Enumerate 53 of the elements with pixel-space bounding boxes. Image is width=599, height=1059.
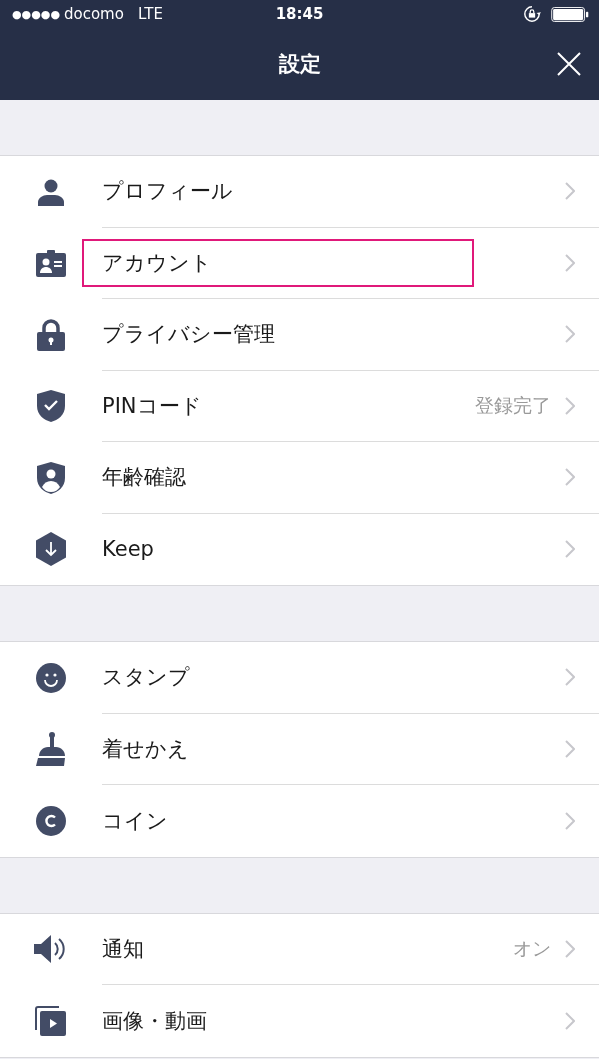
item-label: プライバシー管理	[101, 321, 276, 349]
chevron-icon	[565, 540, 575, 559]
item-label: 通知	[101, 935, 145, 963]
settings-item[interactable]: 着せかえ	[0, 713, 599, 785]
item-value: 登録完了	[475, 392, 551, 418]
shield-person-icon	[37, 461, 65, 494]
item-value: オン	[513, 935, 551, 961]
settings-item[interactable]: プライバシー管理	[0, 299, 599, 371]
shield-check-icon	[37, 390, 65, 423]
close-icon[interactable]	[557, 52, 581, 76]
coin-icon	[36, 805, 66, 836]
chevron-icon	[565, 182, 575, 201]
screen-title: 設定	[278, 51, 321, 78]
lock-icon	[36, 318, 66, 351]
item-label: PINコード	[101, 392, 203, 420]
speaker-icon	[34, 934, 68, 965]
item-label: プロフィール	[101, 178, 234, 206]
chevron-icon	[565, 396, 575, 415]
settings-item[interactable]: 画像・動画	[0, 985, 599, 1057]
chevron-icon	[565, 739, 575, 758]
chevron-icon	[565, 468, 575, 487]
smiley-icon	[36, 662, 66, 693]
brush-icon	[35, 732, 67, 767]
signal-strength: ●●●●●	[12, 7, 60, 21]
download-hexagon-icon	[36, 532, 66, 567]
settings-item[interactable]: スタンプ	[0, 642, 599, 714]
settings-item[interactable]: PINコード 登録完了	[0, 370, 599, 442]
chevron-icon	[565, 1011, 575, 1030]
carrier-name: docomo	[64, 5, 124, 23]
item-label: 着せかえ	[101, 735, 190, 763]
rotation-lock-icon	[523, 5, 541, 23]
settings-item[interactable]: コイン	[0, 785, 599, 857]
chevron-icon	[565, 668, 575, 687]
chevron-icon	[565, 325, 575, 344]
id-card-icon	[36, 248, 66, 279]
network-type: LTE	[137, 5, 163, 23]
settings-item[interactable]: 年齢確認	[0, 442, 599, 514]
item-label: コイン	[101, 807, 169, 835]
item-label: 画像・動画	[101, 1007, 208, 1035]
chevron-icon	[565, 939, 575, 958]
settings-item[interactable]: Keep	[0, 513, 599, 585]
chevron-icon	[565, 811, 575, 830]
status-time: 18:45	[274, 5, 325, 23]
settings-item[interactable]: プロフィール	[0, 156, 599, 228]
item-label: 年齢確認	[101, 464, 187, 492]
item-label: アカウント	[82, 238, 474, 287]
item-label: スタンプ	[101, 664, 191, 692]
battery-icon	[551, 6, 589, 22]
item-label: Keep	[101, 536, 155, 564]
settings-item[interactable]: アカウント	[0, 227, 599, 299]
chevron-icon	[565, 253, 575, 272]
settings-item[interactable]: 通知 オン	[0, 913, 599, 985]
video-stack-icon	[35, 1005, 67, 1036]
